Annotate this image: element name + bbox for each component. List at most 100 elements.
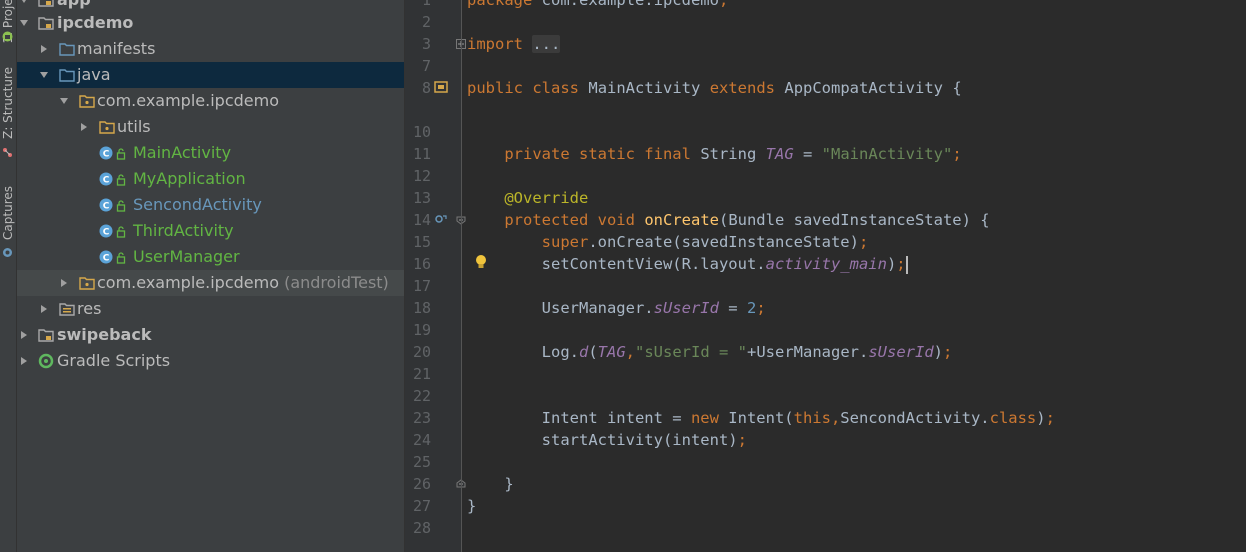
lock-icon: [116, 223, 126, 239]
punctuation: ;: [718, 0, 729, 9]
collapse-arrow-icon[interactable]: [39, 70, 49, 80]
line-number: 28: [412, 519, 431, 537]
code-line-23: Intent intent = new Intent(this,SencondA…: [467, 407, 1055, 429]
tree-item-package-main[interactable]: com.example.ipcdemo: [17, 88, 404, 114]
constructor-call: Intent(: [718, 409, 794, 427]
structure-tool-tab[interactable]: Z: Structure: [0, 62, 16, 144]
line-number: 26: [412, 475, 431, 493]
class-icon: C: [99, 249, 115, 265]
lock-icon: [116, 197, 126, 213]
code-line-18: UserManager.sUserId = 2;: [467, 297, 766, 319]
class-name: UserManager.: [541, 299, 654, 317]
class-icon: C: [99, 223, 115, 239]
string-literal: "sUserId = ": [635, 343, 747, 361]
keyword: protected void: [504, 211, 635, 229]
activity-marker-icon[interactable]: [434, 80, 448, 94]
expand-arrow-icon[interactable]: [19, 330, 29, 340]
tree-item-usermanager[interactable]: C UserManager: [17, 244, 404, 270]
tree-item-mainactivity[interactable]: C MainActivity: [17, 140, 404, 166]
code-line-27: }: [467, 495, 476, 517]
code-line-3: import ...: [467, 33, 561, 55]
declaration: Intent intent =: [541, 409, 691, 427]
code-line-24: startActivity(intent);: [467, 429, 747, 451]
source-set-suffix: (androidTest): [284, 273, 389, 292]
punctuation: {: [952, 79, 962, 97]
line-number: 1: [421, 0, 431, 9]
class-icon: C: [99, 197, 115, 213]
tree-item-sencondactivity[interactable]: C SencondActivity: [17, 192, 404, 218]
field-name: sUserId: [868, 343, 934, 361]
code-editor[interactable]: package com.example.ipcdemo; import ... …: [467, 0, 1246, 552]
tree-item-gradle-scripts[interactable]: Gradle Scripts: [17, 348, 404, 374]
line-number: 14: [412, 211, 431, 229]
tree-item-java[interactable]: java: [17, 62, 404, 88]
type-name: String: [700, 145, 757, 163]
operator: =: [718, 299, 747, 317]
expand-arrow-icon[interactable]: [19, 0, 29, 5]
tree-item-thirdactivity[interactable]: C ThirdActivity: [17, 218, 404, 244]
tree-item-label: utils: [117, 117, 151, 136]
tree-item-package-androidtest[interactable]: com.example.ipcdemo (androidTest): [17, 270, 404, 296]
line-number: 10: [412, 123, 431, 141]
project-tool-tab[interactable]: 1: Project: [0, 0, 16, 43]
field-name: TAG: [597, 343, 626, 361]
punctuation: }: [504, 475, 514, 493]
punctuation: ): [886, 255, 897, 273]
tree-item-utils[interactable]: utils: [17, 114, 404, 140]
tree-item-myapplication[interactable]: C MyApplication: [17, 166, 404, 192]
expand-arrow-icon[interactable]: [59, 278, 69, 288]
code-line-1: package com.example.ipcdemo;: [467, 0, 728, 11]
captures-icon: [3, 248, 12, 257]
method-name: onCreate: [644, 211, 719, 229]
line-number: 18: [412, 299, 431, 317]
expand-arrow-icon[interactable]: [39, 304, 49, 314]
tree-item-label: com.example.ipcdemo (androidTest): [97, 273, 389, 293]
field-name: activity_main: [765, 255, 887, 273]
folder-icon: [59, 41, 75, 57]
tree-item-manifests[interactable]: manifests: [17, 36, 404, 62]
gutter-separator: [461, 0, 462, 552]
tree-item-swipeback[interactable]: swipeback: [17, 322, 404, 348]
field-name: TAG: [765, 145, 794, 163]
keyword: super: [541, 233, 589, 251]
collapse-arrow-icon[interactable]: [59, 96, 69, 106]
field-name: sUserId: [653, 299, 719, 317]
tree-item-res[interactable]: res: [17, 296, 404, 322]
expand-arrow-icon[interactable]: [19, 356, 29, 366]
captures-tool-tab[interactable]: Captures: [0, 180, 16, 246]
package-name: com.example.ipcdemo: [97, 273, 279, 292]
class-name: SencondActivity.: [840, 409, 990, 427]
line-number: 12: [412, 167, 431, 185]
line-number: 11: [412, 145, 431, 163]
tree-item-label: MainActivity: [133, 143, 232, 162]
override-marker-icon[interactable]: [435, 213, 447, 225]
method-call: setContentView(R.layout.: [541, 255, 766, 273]
collapse-arrow-icon[interactable]: [19, 18, 29, 28]
structure-icon: [3, 148, 12, 157]
line-number: 20: [412, 343, 431, 361]
expand-arrow-icon[interactable]: [79, 122, 89, 132]
svg-text:C: C: [103, 228, 110, 238]
punctuation: ;: [737, 431, 747, 449]
punctuation: }: [467, 497, 477, 515]
punctuation: ,: [625, 343, 636, 361]
svg-text:C: C: [103, 202, 110, 212]
expand-arrow-icon[interactable]: [39, 44, 49, 54]
folded-imports[interactable]: ...: [532, 35, 561, 53]
package-icon: [99, 119, 115, 135]
tree-item-ipcdemo[interactable]: ipcdemo: [17, 10, 404, 36]
line-number: 17: [412, 277, 431, 295]
svg-text:C: C: [103, 254, 110, 264]
tree-item-label: swipeback: [57, 325, 152, 344]
keyword: public: [467, 79, 523, 97]
punctuation: ,: [830, 409, 841, 427]
lock-icon: [116, 249, 126, 265]
tree-item-label: app: [57, 0, 91, 10]
punctuation: (: [588, 343, 598, 361]
punctuation: ;: [756, 299, 766, 317]
line-number: 22: [412, 387, 431, 405]
tree-item-label: ipcdemo: [57, 13, 134, 32]
keyword: package: [467, 0, 533, 9]
resource-folder-icon: [59, 301, 75, 317]
line-number: 2: [421, 13, 431, 31]
